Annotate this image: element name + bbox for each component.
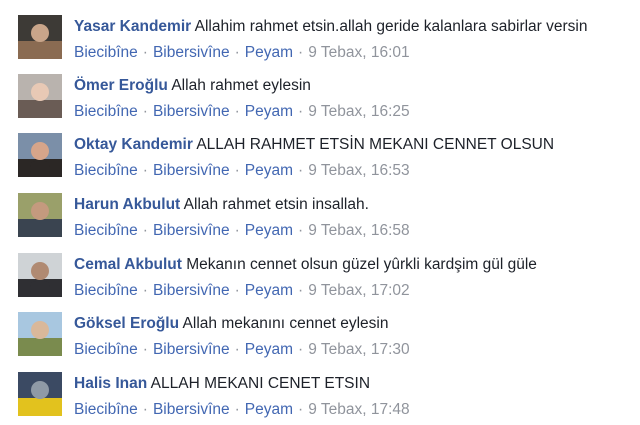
unlike-link[interactable]: Bibersivîne — [153, 401, 230, 418]
reply-link[interactable]: Peyam — [245, 222, 293, 239]
avatar[interactable] — [18, 253, 62, 297]
comment-item: Göksel Eroğlu Allah mekanını cennet eyle… — [0, 297, 640, 358]
reply-link[interactable]: Peyam — [245, 341, 293, 358]
comment-text: ALLAH MEKANI CENET ETSIN — [150, 375, 371, 392]
avatar[interactable] — [18, 312, 62, 356]
avatar[interactable] — [18, 133, 62, 177]
comment-author-link[interactable]: Halis Inan — [74, 375, 147, 392]
comment-author-link[interactable]: Ömer Eroğlu — [74, 77, 168, 94]
comment-item: Harun Akbulut Allah rahmet etsin insalla… — [0, 178, 640, 239]
like-link[interactable]: Biecibîne — [74, 341, 138, 358]
separator-dot: · — [142, 341, 148, 358]
comment-item: Yasar Kandemir Allahim rahmet etsin.alla… — [0, 0, 640, 61]
comment-timestamp[interactable]: 9 Tebax, 17:48 — [308, 401, 409, 418]
separator-dot: · — [142, 401, 148, 418]
separator-dot: · — [298, 341, 304, 358]
comment-list: Yasar Kandemir Allahim rahmet etsin.alla… — [0, 0, 640, 425]
comment-actions: Biecibîne · Bibersivîne · Peyam · 9 Tebax, 17:… — [74, 400, 410, 420]
avatar[interactable] — [18, 74, 62, 118]
comment-item: Halis Inan ALLAH MEKANI CENET ETSIN Bieci… — [0, 357, 640, 420]
comment-author-link[interactable]: Cemal Akbulut — [74, 256, 182, 273]
comment-text: Allah rahmet eylesin — [171, 77, 311, 94]
comment-body: Cemal Akbulut Mekanın cennet olsun güzel… — [74, 255, 537, 275]
comment-item: Oktay Kandemir ALLAH RAHMET ETSİN MEKANI… — [0, 118, 640, 179]
avatar[interactable] — [18, 193, 62, 237]
like-link[interactable]: Biecibîne — [74, 162, 138, 179]
separator-dot: · — [234, 401, 240, 418]
unlike-link[interactable]: Bibersivîne — [153, 222, 230, 239]
avatar[interactable] — [18, 372, 62, 416]
separator-dot: · — [142, 222, 148, 239]
comment-item: Ömer Eroğlu Allah rahmet eylesin Biecibîn… — [0, 59, 640, 120]
comment-author-link[interactable]: Göksel Eroğlu — [74, 315, 179, 332]
comment-body: Harun Akbulut Allah rahmet etsin insalla… — [74, 195, 369, 215]
comment-author-link[interactable]: Harun Akbulut — [74, 196, 180, 213]
comment-body: Halis Inan ALLAH MEKANI CENET ETSIN — [74, 374, 370, 394]
comment-author-link[interactable]: Yasar Kandemir — [74, 18, 191, 35]
like-link[interactable]: Biecibîne — [74, 401, 138, 418]
separator-dot: · — [234, 162, 240, 179]
comment-body: Oktay Kandemir ALLAH RAHMET ETSİN MEKANI… — [74, 135, 554, 155]
comment-timestamp[interactable]: 9 Tebax, 16:58 — [308, 222, 409, 239]
comment-text: Allahim rahmet etsin.allah geride kalanl… — [194, 18, 588, 35]
separator-dot: · — [298, 222, 304, 239]
unlike-link[interactable]: Bibersivîne — [153, 162, 230, 179]
separator-dot: · — [298, 401, 304, 418]
unlike-link[interactable]: Bibersivîne — [153, 341, 230, 358]
comment-item: Cemal Akbulut Mekanın cennet olsun güzel… — [0, 238, 640, 299]
separator-dot: · — [234, 341, 240, 358]
comment-text: Allah mekanını cennet eylesin — [182, 315, 389, 332]
avatar[interactable] — [18, 15, 62, 59]
separator-dot: · — [142, 162, 148, 179]
separator-dot: · — [298, 162, 304, 179]
like-link[interactable]: Biecibîne — [74, 222, 138, 239]
reply-link[interactable]: Peyam — [245, 401, 293, 418]
comment-timestamp[interactable]: 9 Tebax, 16:53 — [308, 162, 409, 179]
reply-link[interactable]: Peyam — [245, 162, 293, 179]
comment-author-link[interactable]: Oktay Kandemir — [74, 136, 193, 153]
comment-text: ALLAH RAHMET ETSİN MEKANI CENNET OLSUN — [196, 136, 555, 153]
comment-body: Ömer Eroğlu Allah rahmet eylesin — [74, 76, 311, 96]
comment-body: Yasar Kandemir Allahim rahmet etsin.alla… — [74, 17, 588, 37]
comment-text: Allah rahmet etsin insallah. — [183, 196, 369, 213]
comment-text: Mekanın cennet olsun güzel yûrkli kardşi… — [186, 256, 537, 273]
separator-dot: · — [234, 222, 240, 239]
comment-timestamp[interactable]: 9 Tebax, 17:30 — [308, 341, 409, 358]
comment-body: Göksel Eroğlu Allah mekanını cennet eyle… — [74, 314, 388, 334]
